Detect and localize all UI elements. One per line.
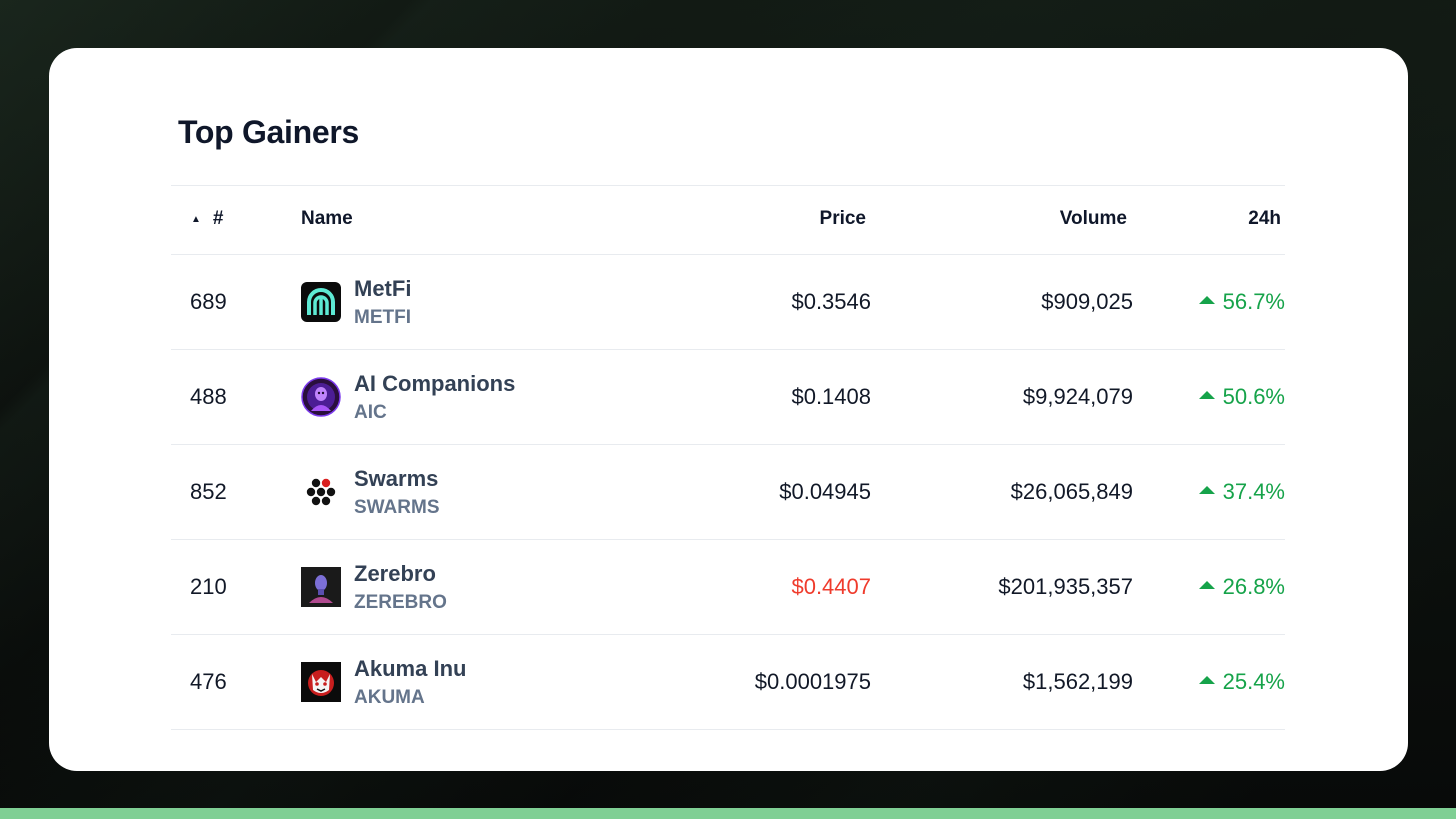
volume-column-header[interactable]: Volume [1060, 208, 1127, 230]
rank-header-label: # [212, 208, 224, 229]
coin-name[interactable]: Zerebro [354, 560, 447, 588]
caret-up-icon [1198, 486, 1215, 494]
coin-name-cell[interactable]: Akuma Inu AKUMA [354, 655, 466, 711]
price-column-header[interactable]: Price [820, 208, 866, 230]
price-cell: $0.1408 [791, 384, 871, 409]
accent-bar [0, 808, 1456, 819]
gainers-table: ▲ # Name Price Volume 24h 689 MetFi METF… [171, 185, 1285, 730]
change-cell: 25.4% [1198, 669, 1285, 695]
metfi-logo-icon [301, 282, 341, 322]
change-value: 37.4% [1222, 479, 1285, 504]
coin-name-cell[interactable]: Zerebro ZEREBRO [354, 560, 447, 616]
coin-name[interactable]: Akuma Inu [354, 655, 466, 683]
change-24h-column-header[interactable]: 24h [1248, 208, 1281, 230]
volume-cell: $201,935,357 [998, 574, 1133, 599]
change-cell: 56.7% [1198, 289, 1285, 315]
table-row[interactable]: 476 Akuma Inu AKUMA $0.0001975 $1,562,19… [171, 635, 1285, 730]
top-gainers-card: Top Gainers ▲ # Name Price Volume 24h 68… [49, 48, 1408, 771]
sort-ascending-icon: ▲ [191, 213, 201, 225]
change-value: 26.8% [1222, 574, 1285, 599]
akuma-inu-logo-icon [301, 662, 341, 702]
coin-symbol: METFI [354, 307, 411, 328]
caret-up-icon [1198, 676, 1215, 684]
rank-cell: 210 [190, 574, 227, 599]
change-value: 25.4% [1222, 669, 1285, 694]
caret-up-icon [1198, 581, 1215, 589]
swarms-logo-icon [301, 472, 341, 512]
coin-name[interactable]: MetFi [354, 275, 411, 303]
coin-symbol: AKUMA [354, 687, 425, 708]
volume-cell: $26,065,849 [1010, 479, 1133, 504]
volume-cell: $1,562,199 [1022, 669, 1133, 694]
change-value: 50.6% [1222, 384, 1285, 409]
coin-symbol: SWARMS [354, 497, 440, 518]
volume-cell: $9,924,079 [1022, 384, 1133, 409]
caret-up-icon [1198, 296, 1215, 304]
table-row[interactable]: 488 AI Companions AIC $0.1408 $9,924,079… [171, 350, 1285, 445]
coin-name[interactable]: Swarms [354, 465, 440, 493]
change-value: 56.7% [1222, 289, 1285, 314]
table-header: ▲ # Name Price Volume 24h [171, 185, 1285, 255]
price-cell: $0.4407 [791, 574, 871, 599]
table-row[interactable]: 689 MetFi METFI $0.3546 $909,025 56.7% [171, 255, 1285, 350]
table-row[interactable]: 852 Swarms SWARMS $0.04945 $26,065,849 3… [171, 445, 1285, 540]
coin-name-cell[interactable]: MetFi METFI [354, 275, 411, 331]
rank-cell: 689 [190, 289, 227, 314]
rank-cell: 488 [190, 384, 227, 409]
change-cell: 50.6% [1198, 384, 1285, 410]
change-cell: 26.8% [1198, 574, 1285, 600]
price-cell: $0.04945 [779, 479, 871, 504]
coin-symbol: AIC [354, 402, 387, 423]
rank-column-header[interactable]: ▲ # [191, 208, 223, 230]
page-title: Top Gainers [178, 114, 360, 150]
coin-name-cell[interactable]: AI Companions AIC [354, 370, 515, 426]
zerebro-logo-icon [301, 567, 341, 607]
table-row[interactable]: 210 Zerebro ZEREBRO $0.4407 $201,935,357… [171, 540, 1285, 635]
ai-companions-logo-icon [301, 377, 341, 417]
price-cell: $0.0001975 [754, 669, 871, 694]
coin-name-cell[interactable]: Swarms SWARMS [354, 465, 440, 521]
rank-cell: 852 [190, 479, 227, 504]
caret-up-icon [1198, 391, 1215, 399]
volume-cell: $909,025 [1041, 289, 1133, 314]
coin-symbol: ZEREBRO [354, 592, 447, 613]
rank-cell: 476 [190, 669, 227, 694]
name-column-header[interactable]: Name [301, 208, 353, 230]
change-cell: 37.4% [1198, 479, 1285, 505]
coin-name[interactable]: AI Companions [354, 370, 515, 398]
price-cell: $0.3546 [791, 289, 871, 314]
